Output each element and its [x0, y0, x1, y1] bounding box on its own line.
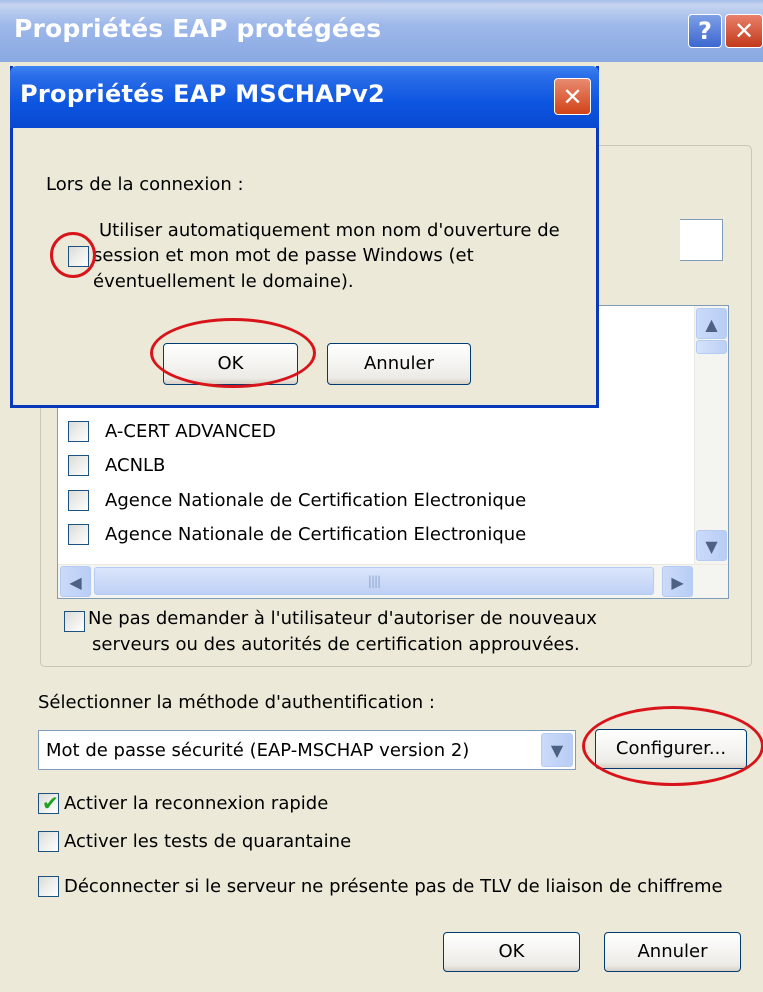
fast-reconnect-checkbox[interactable]: ✔ — [38, 791, 59, 815]
close-icon: ✕ — [562, 83, 583, 111]
server-name-field[interactable] — [680, 219, 723, 261]
no-prompt-label-line2: serveurs ou des autorités de certificati… — [92, 634, 580, 655]
ca-checkbox[interactable] — [68, 454, 89, 476]
disconnect-tlv-checkbox[interactable] — [38, 876, 59, 897]
quarantine-checkbox[interactable] — [38, 831, 59, 852]
chevron-left-icon: ◀ — [69, 573, 82, 592]
ok-button[interactable]: OK — [443, 932, 580, 972]
help-button[interactable]: ? — [688, 14, 722, 48]
list-item[interactable]: A-CERT ADVANCED — [68, 419, 276, 443]
chevron-up-icon: ▲ — [705, 315, 718, 334]
scroll-left-button[interactable]: ◀ — [60, 566, 91, 597]
window-title: Propriétés EAP protégées — [14, 14, 382, 43]
list-item[interactable]: ACNLB — [68, 453, 165, 477]
dialog-cancel-button[interactable]: Annuler — [327, 343, 471, 385]
auto-logon-label-line1: Utiliser automatiquement mon nom d'ouver… — [99, 220, 560, 241]
checkmark-icon: ✔ — [42, 791, 59, 815]
disconnect-tlv-label: Déconnecter si le serveur ne présente pa… — [64, 876, 723, 897]
ca-label: A-CERT ADVANCED — [105, 420, 276, 442]
quarantine-label: Activer les tests de quarantaine — [64, 831, 352, 852]
dropdown-button[interactable]: ▼ — [541, 733, 573, 767]
ca-label: Agence Nationale de Certification Electr… — [105, 523, 527, 545]
ca-label: Agence Nationale de Certification Electr… — [105, 489, 527, 511]
highlight-circle-ok — [150, 318, 316, 388]
no-prompt-label-line1: Ne pas demander à l'utilisateur d'autori… — [88, 608, 597, 629]
auto-logon-label-line3: éventuellement le domaine). — [93, 271, 354, 292]
scroll-down-button[interactable]: ▼ — [696, 530, 727, 561]
highlight-circle-checkbox — [50, 232, 96, 278]
ca-checkbox[interactable] — [68, 489, 89, 511]
ca-checkbox[interactable] — [68, 523, 89, 545]
ca-label: ACNLB — [105, 454, 166, 476]
auth-method-label: Sélectionner la méthode d'authentificati… — [38, 692, 435, 713]
cancel-button[interactable]: Annuler — [604, 932, 741, 972]
dialog-title: Propriétés EAP MSCHAPv2 — [20, 80, 386, 108]
window-close-button[interactable]: ✕ — [725, 14, 763, 48]
cancel-button-label: Annuler — [637, 941, 708, 962]
help-icon: ? — [698, 17, 712, 45]
horizontal-scrollbar[interactable]: ◀ |||| ▶ — [58, 564, 728, 598]
auth-method-value: Mot de passe sécurité (EAP-MSCHAP versio… — [46, 740, 470, 761]
connection-label: Lors de la connexion : — [46, 174, 244, 195]
quarantine-option[interactable]: Activer les tests de quarantaine — [38, 831, 351, 852]
scroll-right-button[interactable]: ▶ — [662, 566, 693, 597]
auto-logon-label-line2: session et mon mot de passe Windows (et — [93, 245, 474, 266]
disconnect-tlv-option[interactable]: Déconnecter si le serveur ne présente pa… — [38, 876, 723, 897]
chevron-right-icon: ▶ — [671, 573, 684, 592]
grip-icon: |||| — [367, 574, 381, 588]
window-titlebar[interactable]: Propriétés EAP protégées ? ✕ — [0, 0, 763, 62]
fast-reconnect-option[interactable]: ✔ Activer la reconnexion rapide — [38, 791, 329, 815]
vertical-scrollbar[interactable]: ▲ ▼ — [694, 306, 728, 564]
ok-button-label: OK — [498, 941, 525, 962]
list-item[interactable]: Agence Nationale de Certification Electr… — [68, 522, 526, 546]
fast-reconnect-label: Activer la reconnexion rapide — [64, 793, 329, 814]
dialog-cancel-button-label: Annuler — [363, 353, 434, 374]
auth-method-select[interactable]: Mot de passe sécurité (EAP-MSCHAP versio… — [38, 730, 576, 770]
chevron-down-icon: ▼ — [705, 537, 718, 556]
chevron-down-icon: ▼ — [550, 741, 564, 760]
vertical-scroll-thumb[interactable] — [696, 340, 727, 354]
ca-checkbox[interactable] — [68, 420, 89, 442]
list-item[interactable]: Agence Nationale de Certification Electr… — [68, 488, 526, 512]
horizontal-scroll-thumb[interactable]: |||| — [94, 567, 654, 595]
dialog-close-button[interactable]: ✕ — [554, 78, 591, 115]
scroll-up-button[interactable]: ▲ — [696, 308, 727, 339]
no-prompt-checkbox[interactable] — [64, 611, 85, 632]
highlight-circle-configure — [582, 706, 763, 786]
close-icon: ✕ — [733, 17, 755, 45]
dialog-titlebar[interactable]: Propriétés EAP MSCHAPv2 ✕ — [10, 66, 599, 128]
